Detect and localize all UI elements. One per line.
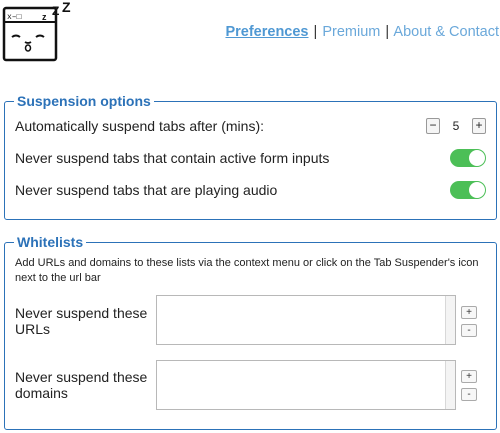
suspend-time-value[interactable]: 5 [440,119,472,133]
nav-about-link[interactable]: About & Contact [393,24,499,40]
svg-text:z: z [42,12,47,22]
svg-text:Z: Z [62,2,71,15]
nav-separator: | [385,24,390,40]
section-legend: Whitelists [14,233,87,251]
url-whitelist-textarea[interactable] [156,295,456,345]
suspend-time-stepper: − 5 + [426,118,486,134]
svg-text:Z: Z [52,4,59,18]
form-inputs-label: Never suspend tabs that contain active f… [15,150,330,166]
toggle-knob [469,182,485,198]
audio-label: Never suspend tabs that are playing audi… [15,182,278,198]
audio-toggle[interactable] [450,181,486,199]
domain-whitelist-label: Never suspend these domains [15,369,148,401]
section-legend: Suspension options [14,92,154,110]
scrollbar[interactable] [445,296,455,344]
domain-whitelist-textarea[interactable] [156,360,456,410]
whitelists-section: Whitelists Add URLs and domains to these… [4,233,497,430]
remove-domain-button[interactable]: - [461,388,477,401]
add-domain-button[interactable]: + [461,370,477,383]
app-logo: x–□ z Z Z [2,0,80,66]
add-url-button[interactable]: + [461,306,477,319]
whitelists-description: Add URLs and domains to these lists via … [15,257,479,284]
toggle-knob [469,150,485,166]
logo-tab-text: x–□ [7,13,22,22]
decrement-button[interactable]: − [426,118,440,134]
scrollbar[interactable] [445,361,455,409]
suspension-options-section: Suspension options Automatically suspend… [4,92,497,220]
nav-separator: | [313,24,318,40]
sleeping-tab-icon: x–□ z Z Z [2,0,71,62]
remove-url-button[interactable]: - [461,324,477,337]
increment-button[interactable]: + [472,118,486,134]
nav-premium-link[interactable]: Premium [322,24,380,40]
auto-suspend-label: Automatically suspend tabs after (mins): [15,118,264,134]
form-inputs-toggle[interactable] [450,149,486,167]
nav-preferences-link[interactable]: Preferences [225,24,308,40]
top-nav: Preferences | Premium | About & Contact [225,24,499,40]
url-whitelist-label: Never suspend these URLs [15,305,148,337]
